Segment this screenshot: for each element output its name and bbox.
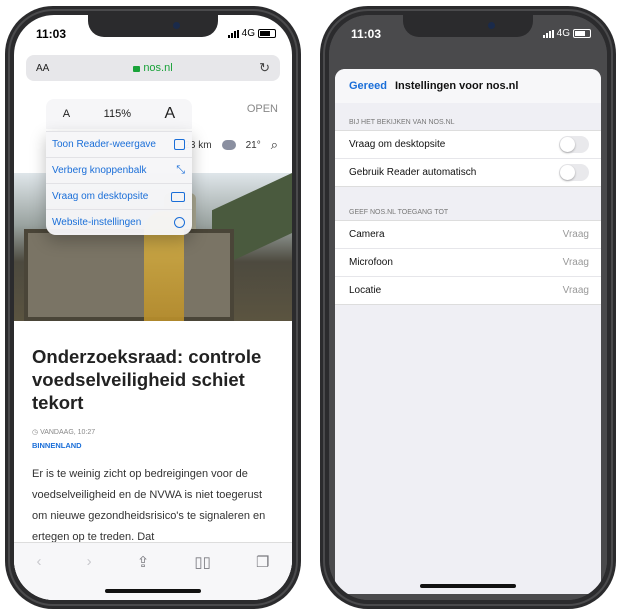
reload-icon[interactable]: ↻	[259, 60, 270, 76]
search-icon[interactable]: ⌕	[271, 137, 278, 153]
menu-item-hide-toolbar[interactable]: Verberg knoppenbalk ⤡	[46, 157, 192, 183]
reader-auto-toggle[interactable]	[559, 164, 589, 181]
setting-row-microphone[interactable]: Microfoon Vraag	[335, 248, 601, 276]
url-text: nos.nl	[143, 62, 173, 74]
text-size-button[interactable]: AA	[36, 63, 49, 74]
setting-row-location[interactable]: Locatie Vraag	[335, 276, 601, 304]
menu-item-label: Toon Reader-weergave	[52, 139, 156, 150]
setting-label: Microfoon	[349, 257, 393, 268]
access-settings-group: Camera Vraag Microfoon Vraag Locatie Vra…	[335, 220, 601, 305]
weather-cloud-icon	[221, 140, 236, 150]
tabs-icon[interactable]: ❐	[256, 553, 269, 600]
url-display[interactable]: nos.nl	[133, 62, 173, 74]
settings-screen: 11:03 4G Gereed Instellingen voor nos.nl…	[329, 15, 607, 600]
signal-icon	[227, 29, 239, 38]
right-phone: 11:03 4G Gereed Instellingen voor nos.nl…	[320, 6, 616, 609]
section-label-viewing: BIJ HET BEKIJKEN VAN NOS.NL	[349, 119, 455, 126]
temperature-label: 21°	[245, 139, 261, 151]
setting-row-camera[interactable]: Camera Vraag	[335, 221, 601, 248]
setting-label: Vraag om desktopsite	[349, 139, 446, 150]
setting-label: Gebruik Reader automatisch	[349, 167, 477, 178]
article-headline[interactable]: Onderzoeksraad: controle voedselveilighe…	[32, 345, 274, 414]
setting-row-reader-auto[interactable]: Gebruik Reader automatisch	[335, 158, 601, 186]
done-button[interactable]: Gereed	[349, 80, 387, 92]
settings-circle-icon	[174, 217, 185, 228]
network-label: 4G	[241, 28, 255, 39]
back-icon[interactable]: ‹	[37, 553, 42, 600]
open-label[interactable]: OPEN	[247, 103, 278, 115]
sheet-header: Gereed Instellingen voor nos.nl	[335, 69, 601, 103]
zoom-out-button[interactable]: A	[63, 108, 70, 120]
sheet-title: Instellingen voor nos.nl	[395, 80, 519, 92]
status-time: 11:03	[36, 27, 67, 41]
article-category[interactable]: BINNENLAND	[32, 441, 274, 450]
notch	[403, 15, 533, 37]
address-bar[interactable]: AA nos.nl ↻	[26, 55, 280, 81]
lock-icon	[133, 66, 141, 72]
desktop-icon	[171, 191, 185, 202]
setting-row-desktop-site[interactable]: Vraag om desktopsite	[335, 131, 601, 158]
safari-screen: 11:03 4G AA nos.nl ↻ OPEN 23 km 21° ⌕ A …	[14, 15, 292, 600]
menu-item-website-settings[interactable]: Website-instellingen	[46, 209, 192, 235]
menu-item-label: Verberg knoppenbalk	[52, 165, 147, 176]
home-indicator[interactable]	[420, 584, 516, 588]
status-time: 11:03	[351, 27, 382, 41]
desktop-site-toggle[interactable]	[559, 136, 589, 153]
page-menu: Toon Reader-weergave Verberg knoppenbalk…	[46, 131, 192, 235]
setting-label: Locatie	[349, 285, 382, 296]
section-label-access: GEEF NOS.NL TOEGANG TOT	[349, 209, 449, 216]
weather-strip: 23 km 21° ⌕	[184, 137, 278, 153]
zoom-controls: A 115% A	[46, 99, 192, 129]
website-settings-sheet: Gereed Instellingen voor nos.nl BIJ HET …	[335, 69, 601, 594]
network-label: 4G	[556, 28, 570, 39]
setting-value: Vraag	[562, 257, 589, 268]
reader-icon	[174, 139, 185, 150]
setting-value: Vraag	[562, 229, 589, 240]
forward-icon[interactable]: ›	[87, 553, 92, 600]
article-body: Er is te weinig zicht op bedreigingen vo…	[32, 468, 266, 544]
article-timestamp: ◷ VANDAAG, 10:27	[32, 429, 96, 437]
menu-item-reader[interactable]: Toon Reader-weergave	[46, 131, 192, 157]
setting-label: Camera	[349, 229, 385, 240]
menu-item-label: Vraag om desktopsite	[52, 191, 149, 202]
battery-icon	[258, 29, 276, 38]
zoom-in-button[interactable]: A	[165, 105, 176, 123]
collapse-arrows-icon: ⤡	[176, 164, 185, 176]
signal-icon	[542, 29, 554, 38]
menu-item-label: Website-instellingen	[52, 217, 142, 228]
home-indicator[interactable]	[105, 589, 201, 593]
left-phone: 11:03 4G AA nos.nl ↻ OPEN 23 km 21° ⌕ A …	[5, 6, 301, 609]
menu-item-desktop-site[interactable]: Vraag om desktopsite	[46, 183, 192, 209]
setting-value: Vraag	[562, 285, 589, 296]
zoom-percent[interactable]: 115%	[104, 108, 131, 120]
notch	[88, 15, 218, 37]
viewing-settings-group: Vraag om desktopsite Gebruik Reader auto…	[335, 130, 601, 187]
battery-icon	[573, 29, 591, 38]
